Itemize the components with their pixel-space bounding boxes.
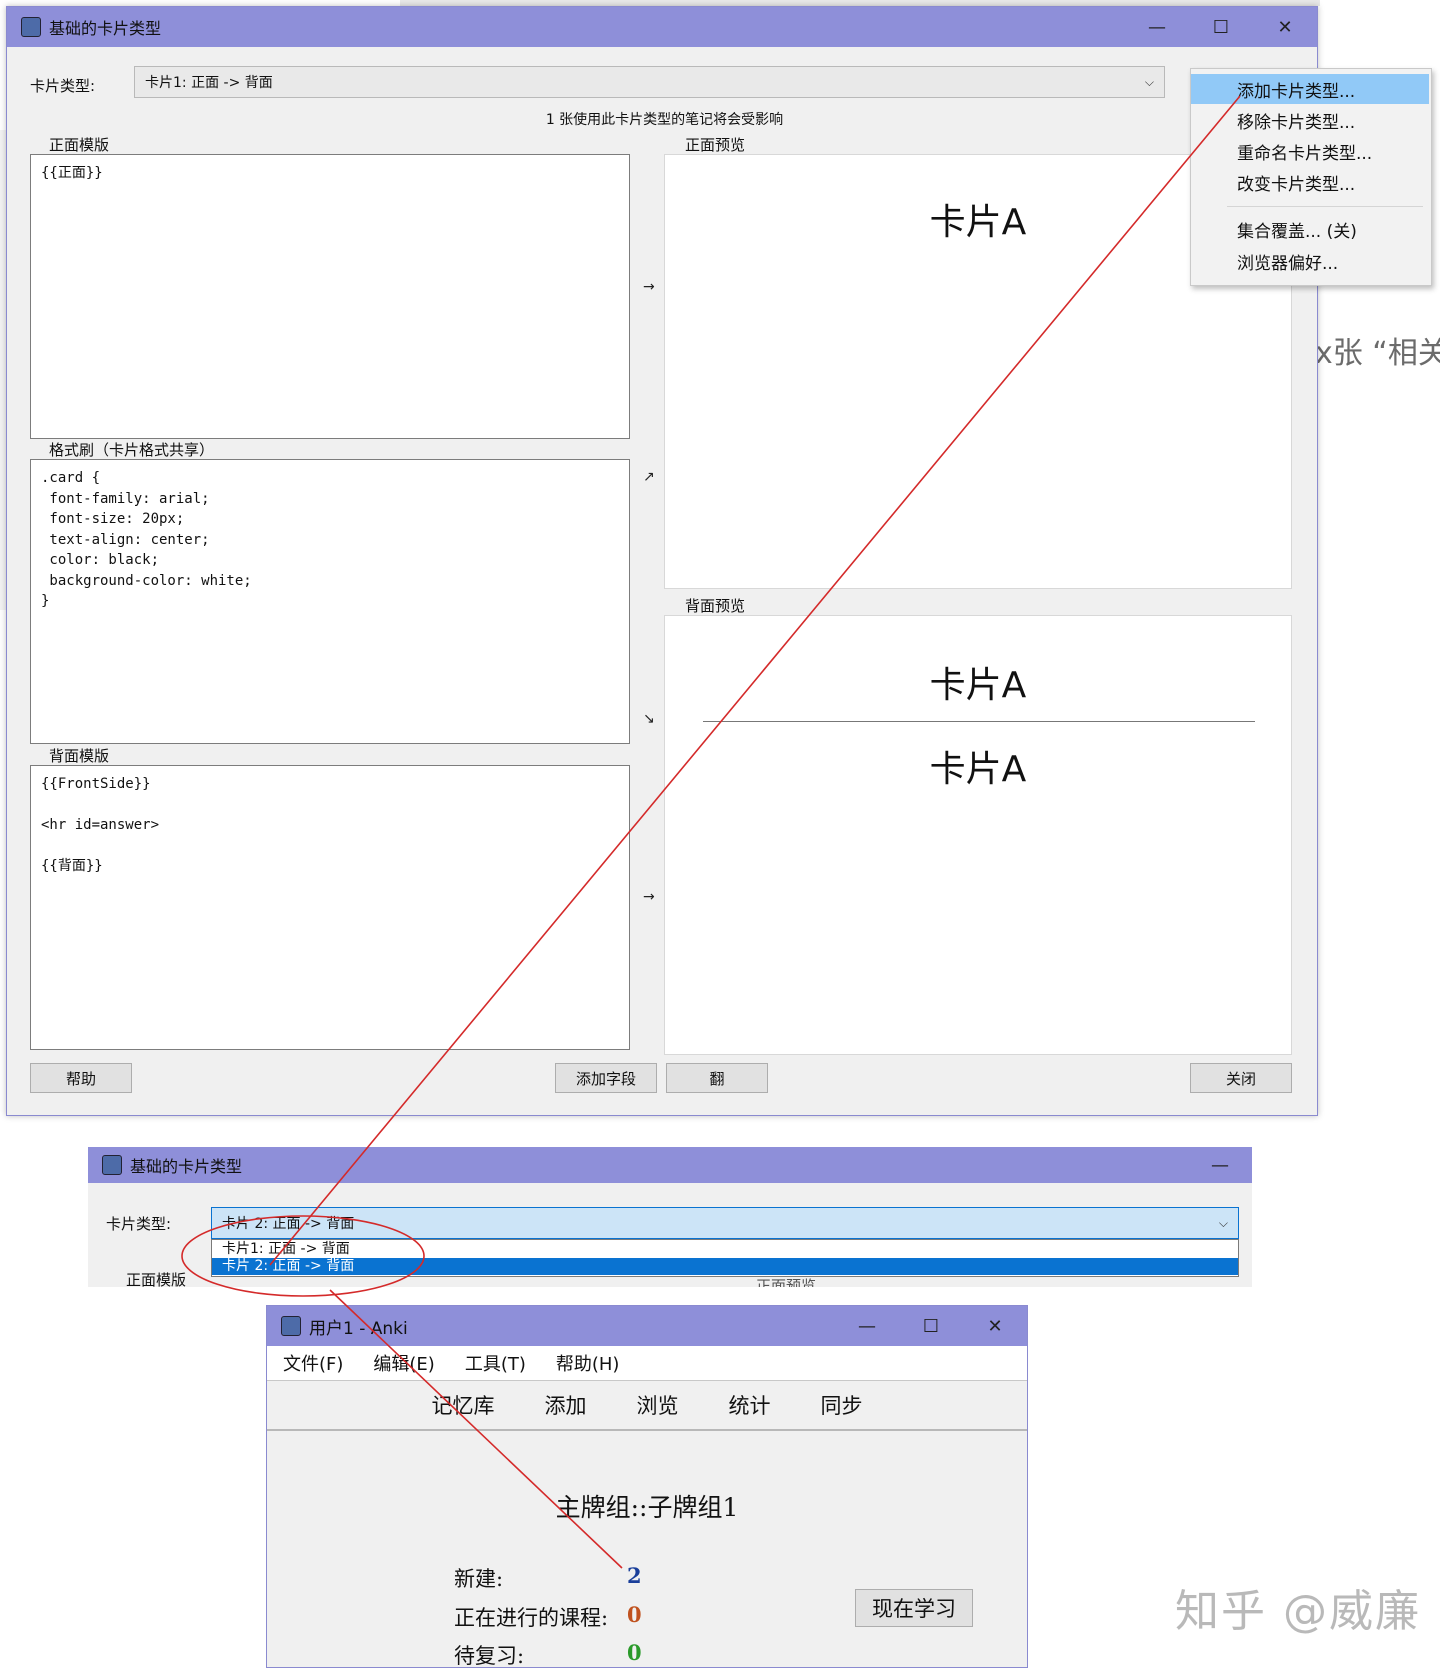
toolbar-add[interactable]: 添加: [545, 1390, 587, 1420]
menu-item-rename-card-type[interactable]: 重命名卡片类型...: [1191, 136, 1429, 166]
toolbar-browse[interactable]: 浏览: [637, 1390, 679, 1420]
minimize-icon: —: [1148, 16, 1166, 38]
menu-file[interactable]: 文件(F): [283, 1350, 343, 1376]
stat-learning-value: 0: [627, 1602, 642, 1627]
maximize-icon: ☐: [1212, 16, 1230, 38]
minimize-button[interactable]: —: [1125, 7, 1189, 47]
back-preview-question: 卡片A: [929, 665, 1027, 706]
styling-down-arrow-icon: ↘: [643, 711, 655, 727]
menu-separator: [1227, 206, 1423, 207]
deck-title: 主牌组::子牌组1: [555, 1493, 739, 1522]
dropdown-option-selected[interactable]: 卡片 2: 正面 -> 背面: [212, 1258, 1238, 1275]
stat-new-value: 2: [627, 1563, 642, 1588]
title-bar: 基础的卡片类型 —: [88, 1147, 1252, 1183]
chevron-down-icon: ⌵: [1144, 74, 1154, 89]
card-type-select[interactable]: 卡片 2: 正面 -> 背面 ⌵: [211, 1207, 1239, 1239]
watermark-text: 知乎 @威廉: [1175, 1586, 1421, 1637]
add-field-button[interactable]: 添加字段: [555, 1063, 657, 1093]
menu-item-remove-card-type[interactable]: 移除卡片类型...: [1191, 105, 1429, 135]
back-preview-label: 背面预览: [681, 595, 750, 616]
close-icon: ✕: [987, 1315, 1003, 1337]
styling-label: 格式刷（卡片格式共享）: [45, 439, 219, 460]
minimize-button[interactable]: —: [835, 1306, 899, 1346]
back-preview-answer: 卡片A: [929, 749, 1027, 790]
anki-app-icon: [281, 1316, 301, 1336]
card-type-select[interactable]: 卡片1: 正面 -> 背面 ⌵: [134, 66, 1165, 98]
front-template-label: 正面模版: [122, 1269, 191, 1287]
close-window-button[interactable]: ✕: [1253, 7, 1317, 47]
menu-item-deck-override[interactable]: 集合覆盖... (关): [1191, 214, 1429, 244]
back-template-editor[interactable]: {{FrontSide}} <hr id=answer> {{背面}}: [30, 765, 630, 1050]
close-button[interactable]: 关闭: [1190, 1063, 1292, 1093]
minimize-button[interactable]: —: [1188, 1147, 1252, 1183]
front-template-label: 正面模版: [45, 134, 114, 155]
maximize-icon: ☐: [922, 1315, 940, 1337]
close-window-button[interactable]: ✕: [963, 1306, 1027, 1346]
anki-app-icon: [102, 1155, 122, 1175]
front-preview-label: 正面预览: [756, 1277, 817, 1287]
study-now-button[interactable]: 现在学习: [855, 1589, 973, 1627]
toolbar-decks[interactable]: 记忆库: [432, 1390, 495, 1420]
front-preview-label: 正面预览: [681, 134, 750, 155]
window-title: 用户1 - Anki: [309, 1318, 408, 1339]
card-type-value: 卡片1: 正面 -> 背面: [145, 75, 273, 91]
styling-up-arrow-icon: ↗: [643, 469, 655, 485]
anki-main-window: 用户1 - Anki — ☐ ✕ 文件(F) 编辑(E) 工具(T) 帮助(H)…: [266, 1305, 1028, 1668]
menu-tools[interactable]: 工具(T): [465, 1350, 526, 1376]
back-arrow-icon: →: [643, 889, 655, 905]
card-type-label: 卡片类型:: [30, 77, 96, 95]
anki-app-icon: [21, 17, 41, 37]
main-toolbar: 记忆库 添加 浏览 统计 同步: [267, 1381, 1027, 1431]
front-arrow-icon: →: [643, 279, 655, 295]
flip-button[interactable]: 翻: [666, 1063, 768, 1093]
stat-new-label: 新建:: [454, 1567, 504, 1591]
menu-item-browser-appearance[interactable]: 浏览器偏好...: [1191, 246, 1429, 276]
card-type-value: 卡片 2: 正面 -> 背面: [222, 1216, 355, 1232]
menu-help[interactable]: 帮助(H): [556, 1350, 620, 1376]
maximize-button[interactable]: ☐: [1189, 7, 1253, 47]
toolbar-sync[interactable]: 同步: [821, 1390, 863, 1420]
back-preview-pane: 卡片A 卡片A: [664, 615, 1292, 1055]
menu-edit[interactable]: 编辑(E): [373, 1350, 434, 1376]
answer-divider: [703, 721, 1255, 722]
stat-review-value: 0: [627, 1640, 642, 1665]
chevron-down-icon: ⌵: [1218, 1215, 1228, 1230]
minimize-icon: —: [1211, 1154, 1229, 1176]
help-button[interactable]: 帮助: [30, 1063, 132, 1093]
back-template-label: 背面模版: [45, 745, 114, 766]
background-text: x张 “相关: [1315, 336, 1440, 371]
affected-notes-notice: 1 张使用此卡片类型的笔记将会受影响: [545, 112, 784, 128]
minimize-icon: —: [858, 1315, 876, 1337]
menu-item-reposition-card-type[interactable]: 改变卡片类型...: [1191, 167, 1429, 197]
card-types-window: 基础的卡片类型 — ☐ ✕ 卡片类型: 卡片1: 正面 -> 背面 ⌵ 1 张使…: [6, 6, 1318, 1116]
maximize-button[interactable]: ☐: [899, 1306, 963, 1346]
toolbar-stats[interactable]: 统计: [729, 1390, 771, 1420]
window-title: 基础的卡片类型: [49, 19, 162, 38]
title-bar: 用户1 - Anki — ☐ ✕: [267, 1306, 1027, 1346]
menu-bar: 文件(F) 编辑(E) 工具(T) 帮助(H): [267, 1346, 1027, 1381]
title-bar: 基础的卡片类型 — ☐ ✕: [7, 7, 1317, 47]
dropdown-option[interactable]: 卡片1: 正面 -> 背面: [212, 1241, 1238, 1258]
stat-review-label: 待复习:: [454, 1644, 525, 1668]
window-title: 基础的卡片类型: [130, 1157, 243, 1176]
styling-editor[interactable]: .card { font-family: arial; font-size: 2…: [30, 459, 630, 744]
card-type-label: 卡片类型:: [106, 1215, 172, 1233]
options-context-menu: 添加卡片类型... 移除卡片类型... 重命名卡片类型... 改变卡片类型...…: [1190, 68, 1432, 286]
stat-learning-label: 正在进行的课程:: [454, 1606, 609, 1630]
close-icon: ✕: [1277, 16, 1293, 38]
card-types-window-dropdown: 基础的卡片类型 — 卡片类型: 卡片 2: 正面 -> 背面 ⌵ 卡片1: 正面…: [88, 1147, 1252, 1287]
card-type-dropdown-list: 卡片1: 正面 -> 背面 卡片 2: 正面 -> 背面: [211, 1239, 1239, 1277]
menu-item-add-card-type[interactable]: 添加卡片类型...: [1191, 74, 1429, 104]
front-template-editor[interactable]: {{正面}}: [30, 154, 630, 439]
